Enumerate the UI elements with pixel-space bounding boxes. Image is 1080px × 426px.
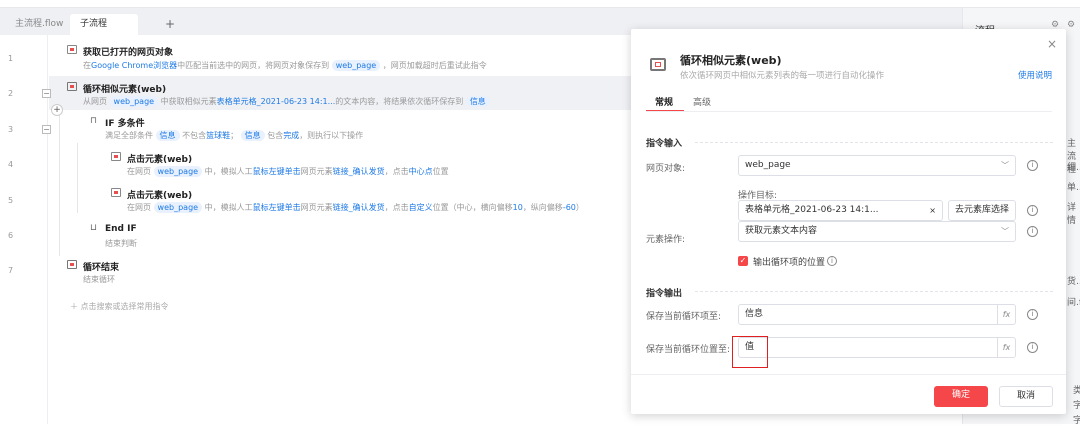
fragment: 字 — [1073, 416, 1080, 426]
section-input: 指令输入 — [646, 139, 683, 149]
loop-guide — [59, 110, 60, 256]
info-icon[interactable]: i — [1027, 309, 1038, 320]
info-icon[interactable]: i — [827, 256, 837, 266]
element-op-label: 元素操作: — [646, 235, 686, 245]
line-number: 6 — [8, 231, 14, 240]
fragment: 详情 — [1067, 203, 1077, 226]
collapse-toggle[interactable]: − — [42, 125, 51, 134]
info-icon[interactable]: i — [1027, 160, 1038, 171]
row-desc: 在网页 web_page 中，模拟人工鼠标左键单击网页元素链接_确认发货，点击自… — [127, 202, 584, 213]
collapse-toggle[interactable]: − — [42, 89, 51, 98]
divider — [695, 142, 1053, 143]
info-icon[interactable]: i — [1027, 342, 1038, 353]
confirm-button[interactable]: 确定 — [934, 386, 988, 407]
tab-advanced[interactable]: 高级 — [693, 95, 711, 108]
fragment: 类 — [1073, 386, 1080, 396]
loop-similar-elements-dialog: × 循环相似元素(web) 依次循环网页中相似元素列表的每一项进行自动化操作 使… — [631, 29, 1066, 414]
chevron-down-icon: ﹀ — [1001, 161, 1009, 170]
section-output: 指令输出 — [646, 289, 683, 299]
cancel-button[interactable]: 取消 — [999, 386, 1053, 407]
line-number: 2 — [8, 89, 14, 98]
line-number: 4 — [8, 160, 14, 169]
if-icon: ⊓ — [90, 116, 98, 126]
loop-icon — [650, 58, 666, 71]
checkbox-label: 输出循环项的位置 — [753, 258, 826, 268]
line-number: 7 — [8, 266, 14, 275]
divider — [646, 111, 1052, 112]
divider — [631, 374, 1066, 375]
tab-general[interactable]: 常规 — [655, 95, 673, 108]
click-icon — [111, 188, 121, 197]
fragment: 货.. — [1067, 277, 1080, 287]
loop-icon — [67, 82, 77, 91]
row-title: 循环结束 — [83, 263, 120, 273]
save-position-input[interactable]: 值 fx — [738, 337, 1016, 358]
target-input[interactable]: 表格单元格_2021-06-23 14:1... × — [738, 200, 943, 221]
fragment: 细.. — [1067, 163, 1080, 173]
add-command-button[interactable]: ＋ 点击搜索或选择常用指令 — [70, 301, 169, 312]
top-strip — [0, 0, 1080, 8]
row-desc: 在网页 web_page 中，模拟人工鼠标左键单击网页元素链接_确认发货，点击中… — [127, 166, 449, 177]
highlight-box — [732, 336, 768, 368]
row-desc: 从网页 web_page 中获取相似元素表格单元格_2021-06-23 14:… — [83, 96, 490, 107]
fx-button[interactable]: fx — [997, 338, 1015, 357]
add-tab-button[interactable]: + — [165, 14, 175, 35]
web-object-label: 网页对象: — [646, 164, 686, 174]
settings-icon[interactable]: ⚙ — [1067, 20, 1075, 30]
dialog-subtitle: 依次循环网页中相似元素列表的每一项进行自动化操作 — [680, 71, 885, 81]
fragment: 字 — [1073, 401, 1080, 411]
help-link[interactable]: 使用说明 — [1018, 69, 1052, 81]
info-icon[interactable]: i — [1027, 226, 1038, 237]
line-number: 1 — [8, 54, 14, 63]
row-desc: 在Google Chrome浏览器中匹配当前选中的网页，将网页对象保存到 web… — [83, 60, 487, 71]
insert-step-button[interactable]: + — [51, 104, 63, 116]
divider — [695, 291, 1053, 292]
row-desc: 满足全部条件 信息 不包含篮球鞋； 信息 包含完成，则执行以下操作 — [105, 130, 364, 141]
row-title: IF 多条件 — [105, 119, 145, 129]
element-op-select[interactable]: 获取元素文本内容 ﹀ — [738, 221, 1016, 242]
chevron-down-icon: ﹀ — [1001, 227, 1009, 236]
browser-icon — [67, 45, 77, 54]
clear-icon[interactable]: × — [929, 201, 936, 220]
row-title: 循环相似元素(web) — [83, 85, 167, 95]
click-icon — [111, 152, 121, 161]
tab-subflow[interactable]: 子流程1.flow× — [70, 14, 138, 50]
output-position-checkbox[interactable]: ✓ — [738, 256, 748, 266]
row-title: 获取已打开的网页对象 — [83, 48, 174, 58]
save-position-label: 保存当前循环位置至: — [646, 345, 731, 355]
row-title: 点击元素(web) — [127, 155, 193, 165]
line-number: 5 — [8, 196, 14, 205]
save-item-input[interactable]: 信息 fx — [738, 304, 1016, 325]
row-title: End IF — [105, 224, 137, 234]
close-icon[interactable]: × — [1047, 37, 1057, 51]
end-if-icon: ⊔ — [90, 223, 98, 233]
info-icon[interactable]: i — [1027, 205, 1038, 216]
loop-end-icon — [67, 260, 77, 269]
element-library-button[interactable]: 去元素库选择 — [948, 200, 1016, 221]
row-title: 点击元素(web) — [127, 191, 193, 201]
row-desc: 结束判断 — [105, 239, 137, 248]
fragment: 单.. — [1067, 183, 1080, 193]
dialog-title: 循环相似元素(web) — [680, 54, 782, 67]
web-object-select[interactable]: web_page ﹀ — [738, 155, 1016, 176]
fragment: 间.f — [1067, 298, 1080, 308]
save-item-label: 保存当前循环项至: — [646, 312, 722, 322]
line-number: 3 — [8, 125, 14, 134]
row-desc: 结束循环 — [83, 275, 115, 284]
tab-main-flow[interactable]: 主流程.flow — [5, 14, 73, 35]
fx-button[interactable]: fx — [997, 305, 1015, 324]
if-guide — [77, 143, 78, 213]
